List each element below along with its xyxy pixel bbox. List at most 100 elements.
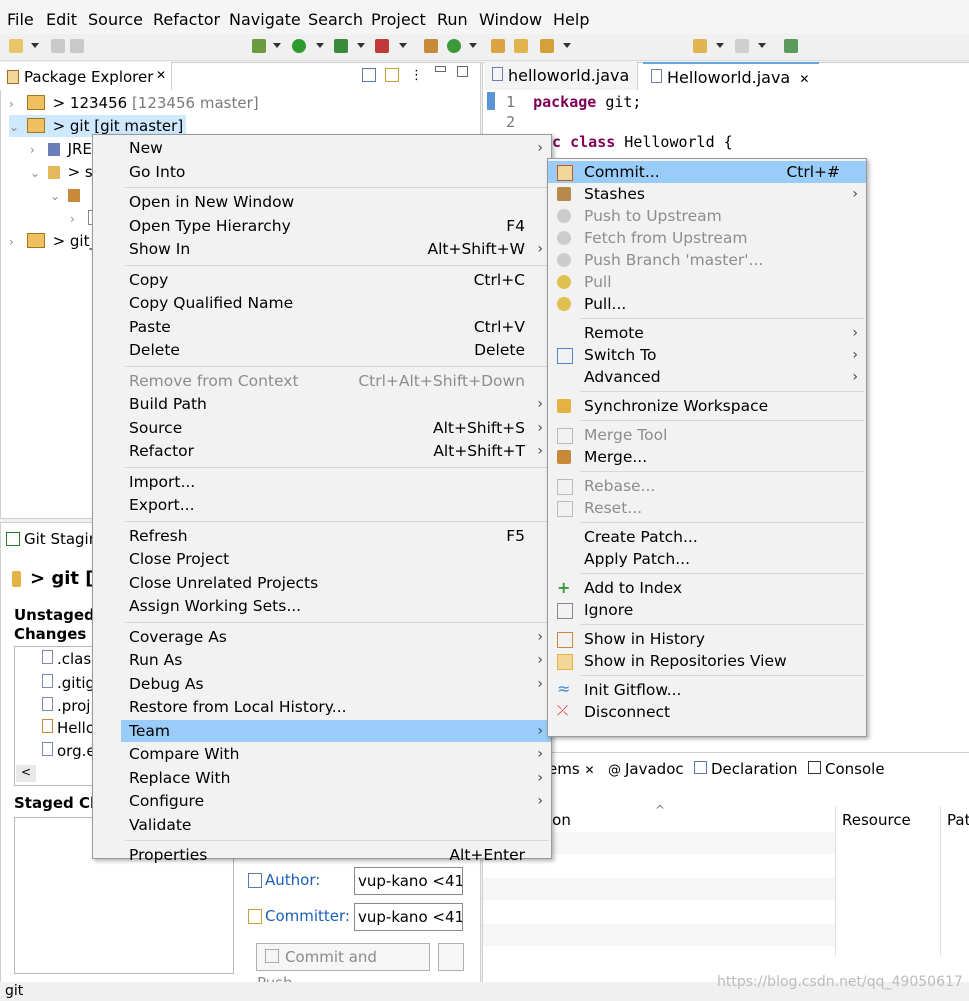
tree-item-package[interactable]: ⌄: [50, 184, 83, 206]
list-item[interactable]: Hello: [42, 719, 95, 737]
menu-item-push-branch-master[interactable]: Push Branch 'master'...: [548, 249, 866, 271]
menu-item-show-in-history[interactable]: Show in History: [548, 628, 866, 650]
open-folder-icon[interactable]: [514, 39, 528, 53]
tree-item-git-c[interactable]: › > git_c: [9, 230, 105, 252]
menu-item-compare-with[interactable]: Compare With ›: [93, 743, 551, 765]
menu-item-refresh[interactable]: Refresh F5: [93, 525, 551, 547]
menu-item-merge-tool[interactable]: Merge Tool: [548, 424, 866, 446]
menu-item-source[interactable]: Source Alt+Shift+S ›: [93, 417, 551, 439]
code-line-3[interactable]: lic class Helloworld {: [534, 133, 733, 151]
menu-item-reset[interactable]: Reset...: [548, 497, 866, 519]
menu-run[interactable]: Run: [437, 10, 468, 29]
menu-item-create-patch[interactable]: Create Patch...: [548, 526, 866, 548]
code-line-1[interactable]: 1 package git;: [506, 93, 641, 111]
menu-help[interactable]: Help: [553, 10, 589, 29]
menu-item-open-type-hierarchy[interactable]: Open Type Hierarchy F4: [93, 215, 551, 237]
maximize-icon[interactable]: [457, 66, 468, 77]
menu-item-pull[interactable]: Pull...: [548, 293, 866, 315]
chevron-right-icon[interactable]: ›: [9, 93, 19, 115]
close-icon[interactable]: ✕: [799, 72, 809, 86]
search-icon[interactable]: [540, 39, 554, 53]
menu-item-properties[interactable]: Properties Alt+Enter: [93, 844, 551, 866]
chevron-down-icon[interactable]: [357, 43, 365, 48]
close-icon[interactable]: ✕: [156, 68, 166, 82]
list-item[interactable]: .gitig: [42, 674, 95, 692]
link-editor-icon[interactable]: [385, 68, 399, 82]
menu-item-delete[interactable]: ✖DeleteDelete: [93, 339, 551, 361]
menu-item-add-to-index[interactable]: + Add to Index: [548, 577, 866, 599]
chevron-down-icon[interactable]: [399, 43, 407, 48]
menu-item-open-in-new-window[interactable]: Open in New Window: [93, 191, 551, 213]
chevron-down-icon[interactable]: [31, 43, 39, 48]
tab-problems[interactable]: ems ✕: [548, 760, 595, 778]
chevron-down-icon[interactable]: [273, 43, 281, 48]
menu-item-rebase[interactable]: Rebase...: [548, 475, 866, 497]
menu-item-validate[interactable]: ✓Validate: [93, 814, 551, 836]
chevron-down-icon[interactable]: ⌄: [50, 185, 60, 207]
open-type-icon[interactable]: [491, 39, 505, 53]
author-field[interactable]: vup-kano <41: [354, 867, 463, 895]
menu-window[interactable]: Window: [479, 10, 542, 29]
new-class-icon[interactable]: [447, 39, 461, 53]
menu-item-advanced[interactable]: Advanced ›: [548, 366, 866, 388]
commit-and-push-button[interactable]: Commit and Push...: [256, 943, 430, 992]
debug-icon[interactable]: [252, 39, 266, 53]
new-java-package-icon[interactable]: [424, 39, 438, 53]
scroll-left-button[interactable]: <: [16, 765, 36, 782]
menu-item-team[interactable]: Team ›: [93, 719, 551, 742]
menu-item-ignore[interactable]: Ignore: [548, 599, 866, 621]
column-resource[interactable]: Resource: [842, 811, 911, 829]
menu-item-debug-as[interactable]: Debug As ›: [93, 673, 551, 695]
menu-item-synchronize-workspace[interactable]: Synchronize Workspace: [548, 395, 866, 417]
menu-item-disconnect[interactable]: ⤫ Disconnect: [548, 701, 866, 723]
code-line-2[interactable]: 2: [506, 113, 515, 131]
menu-item-init-gitflow[interactable]: ≈ Init Gitflow...: [548, 679, 866, 701]
menu-item-push-to-upstream[interactable]: Push to Upstream: [548, 205, 866, 227]
tree-item-src[interactable]: ⌄ > sr: [30, 161, 99, 183]
menu-item-build-path[interactable]: Build Path ›: [93, 393, 551, 415]
menu-item-apply-patch[interactable]: Apply Patch...: [548, 548, 866, 570]
forward-icon[interactable]: [735, 39, 749, 53]
menu-edit[interactable]: Edit: [46, 10, 77, 29]
menu-item-remote[interactable]: Remote ›: [548, 322, 866, 344]
menu-item-merge[interactable]: Merge...: [548, 446, 866, 468]
list-item[interactable]: org.e: [42, 742, 96, 760]
list-item[interactable]: .clas: [42, 650, 91, 668]
menu-item-replace-with[interactable]: Replace With ›: [93, 767, 551, 789]
committer-field[interactable]: vup-kano <41: [354, 903, 463, 931]
menu-source[interactable]: Source: [88, 10, 143, 29]
tab-Helloworld-java-active[interactable]: Helloworld.java ✕: [643, 62, 819, 92]
chevron-right-icon[interactable]: ›: [30, 139, 40, 161]
chevron-down-icon[interactable]: [716, 43, 724, 48]
menu-item-paste[interactable]: Paste Ctrl+V: [93, 316, 551, 338]
external-tools-icon[interactable]: [375, 39, 389, 53]
close-icon[interactable]: ✕: [584, 763, 594, 777]
chevron-right-icon[interactable]: ›: [9, 231, 19, 253]
perspective-icon[interactable]: [784, 39, 798, 53]
menu-item-coverage-as[interactable]: Coverage As ›: [93, 626, 551, 648]
menu-search[interactable]: Search: [308, 10, 363, 29]
tab-console[interactable]: Console: [808, 760, 885, 778]
chevron-down-icon[interactable]: ⌄: [30, 162, 40, 184]
git-staging-title[interactable]: Git Stagir: [24, 530, 95, 548]
menu-item-show-in-repositories-view[interactable]: Show in Repositories View: [548, 650, 866, 672]
tab-helloworld-java[interactable]: helloworld.java: [484, 62, 639, 90]
chevron-down-icon[interactable]: [469, 43, 477, 48]
menu-item-show-in[interactable]: Show In Alt+Shift+W ›: [93, 238, 551, 260]
chevron-down-icon[interactable]: [316, 43, 324, 48]
chevron-right-icon[interactable]: ›: [70, 208, 80, 230]
table-row[interactable]: [483, 878, 835, 900]
back-icon[interactable]: [693, 39, 707, 53]
menu-item-remove-from-context[interactable]: Remove from Context Ctrl+Alt+Shift+Down: [93, 370, 551, 392]
menu-item-pull[interactable]: Pull: [548, 271, 866, 293]
menu-item-restore-from-local-history[interactable]: Restore from Local History...: [93, 696, 551, 718]
menu-navigate[interactable]: Navigate: [229, 10, 301, 29]
chevron-down-icon[interactable]: ⌄: [9, 116, 19, 138]
menu-item-fetch-from-upstream[interactable]: Fetch from Upstream: [548, 227, 866, 249]
menu-item-stashes[interactable]: Stashes ›: [548, 183, 866, 205]
commit-button[interactable]: [438, 943, 464, 971]
menu-item-assign-working-sets[interactable]: Assign Working Sets...: [93, 595, 551, 617]
collapse-all-icon[interactable]: [362, 68, 376, 82]
tab-javadoc[interactable]: @ Javadoc: [608, 760, 684, 778]
menu-item-commit[interactable]: Commit... Ctrl+#: [548, 161, 866, 183]
